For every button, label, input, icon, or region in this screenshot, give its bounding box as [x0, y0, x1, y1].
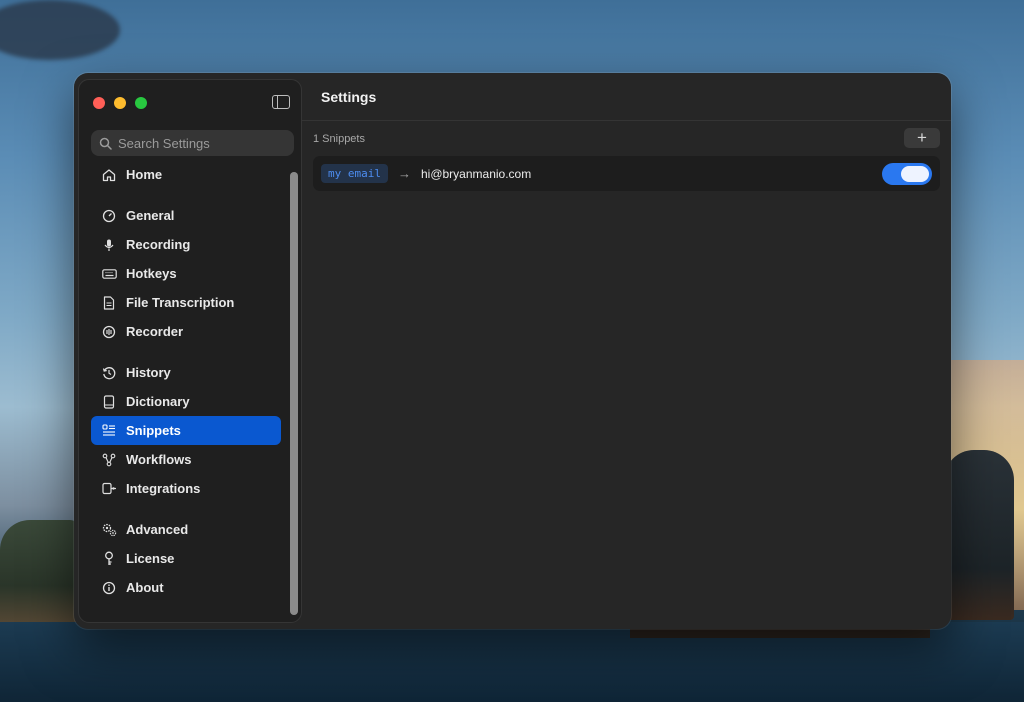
- settings-window: Home General Recording Hotkeys: [74, 73, 951, 629]
- integrations-icon: [101, 481, 117, 497]
- sidebar-item-dictionary[interactable]: Dictionary: [91, 387, 281, 416]
- sidebar-item-general[interactable]: General: [91, 201, 281, 230]
- gears-icon: [101, 522, 117, 538]
- sidebar-item-advanced[interactable]: Advanced: [91, 515, 281, 544]
- house-icon: [101, 167, 117, 183]
- main-content: Settings 1 Snippets + my email → hi@brya…: [302, 73, 951, 629]
- sidebar-item-history[interactable]: History: [91, 358, 281, 387]
- info-icon: [101, 580, 117, 596]
- sidebar-item-label: Snippets: [126, 423, 181, 438]
- sidebar-item-label: File Transcription: [126, 295, 235, 310]
- sidebar-item-label: Hotkeys: [126, 266, 177, 281]
- sidebar-item-label: Dictionary: [126, 394, 190, 409]
- sidebar-item-home[interactable]: Home: [91, 160, 281, 189]
- sidebar-item-file-transcription[interactable]: File Transcription: [91, 288, 281, 317]
- sidebar-item-recording[interactable]: Recording: [91, 230, 281, 259]
- island-decoration: [944, 450, 1014, 620]
- minimize-window-button[interactable]: [114, 97, 126, 109]
- snippets-icon: [101, 423, 117, 439]
- sidebar: Home General Recording Hotkeys: [78, 79, 302, 623]
- sidebar-item-label: Home: [126, 167, 163, 182]
- sidebar-item-label: Advanced: [126, 522, 189, 537]
- page-title: Settings: [321, 89, 377, 105]
- snippet-count: 1 Snippets: [313, 133, 365, 145]
- sidebar-item-workflows[interactable]: Workflows: [91, 445, 281, 474]
- key-icon: [101, 551, 117, 567]
- sidebar-item-label: Integrations: [126, 481, 201, 496]
- search-field[interactable]: [91, 130, 294, 156]
- snippet-row[interactable]: my email → hi@bryanmanio.com: [313, 156, 940, 191]
- sidebar-item-label: History: [126, 365, 171, 380]
- header-divider: [302, 120, 951, 121]
- arrow-right-icon: →: [397, 166, 411, 181]
- microphone-icon: [101, 237, 117, 253]
- cloud-decoration: [0, 0, 120, 60]
- sidebar-item-label: Workflows: [126, 452, 192, 467]
- sidebar-item-about[interactable]: About: [91, 573, 281, 602]
- sidebar-item-recorder[interactable]: Recorder: [91, 317, 281, 346]
- snippet-trigger: my email: [321, 164, 388, 183]
- zoom-window-button[interactable]: [135, 97, 147, 109]
- search-icon: [99, 137, 112, 150]
- gauge-icon: [101, 208, 117, 224]
- scrollbar-thumb[interactable]: [290, 172, 298, 615]
- keyboard-icon: [101, 266, 117, 282]
- window-controls: [93, 97, 147, 109]
- sidebar-item-license[interactable]: License: [91, 544, 281, 573]
- sidebar-item-snippets[interactable]: Snippets: [91, 416, 281, 445]
- history-icon: [101, 365, 117, 381]
- sidebar-item-integrations[interactable]: Integrations: [91, 474, 281, 503]
- sidebar-toggle-icon[interactable]: [272, 95, 290, 109]
- close-window-button[interactable]: [93, 97, 105, 109]
- document-icon: [101, 295, 117, 311]
- sidebar-item-label: Recording: [126, 237, 191, 252]
- add-snippet-button[interactable]: +: [904, 128, 940, 148]
- sidebar-item-label: About: [126, 580, 164, 595]
- toggle-knob: [901, 166, 929, 182]
- island-decoration: [0, 520, 80, 630]
- book-icon: [101, 394, 117, 410]
- sidebar-nav: Home General Recording Hotkeys File Tran…: [91, 160, 281, 602]
- sidebar-scrollbar[interactable]: [290, 172, 298, 615]
- snippet-enabled-toggle[interactable]: [882, 163, 932, 185]
- sidebar-item-label: License: [126, 551, 175, 566]
- sidebar-item-label: General: [126, 208, 175, 223]
- snippet-expansion: hi@bryanmanio.com: [420, 166, 532, 181]
- search-input[interactable]: [118, 135, 288, 151]
- sidebar-item-hotkeys[interactable]: Hotkeys: [91, 259, 281, 288]
- record-icon: [101, 324, 117, 340]
- sidebar-item-label: Recorder: [126, 324, 184, 339]
- workflow-icon: [101, 452, 117, 468]
